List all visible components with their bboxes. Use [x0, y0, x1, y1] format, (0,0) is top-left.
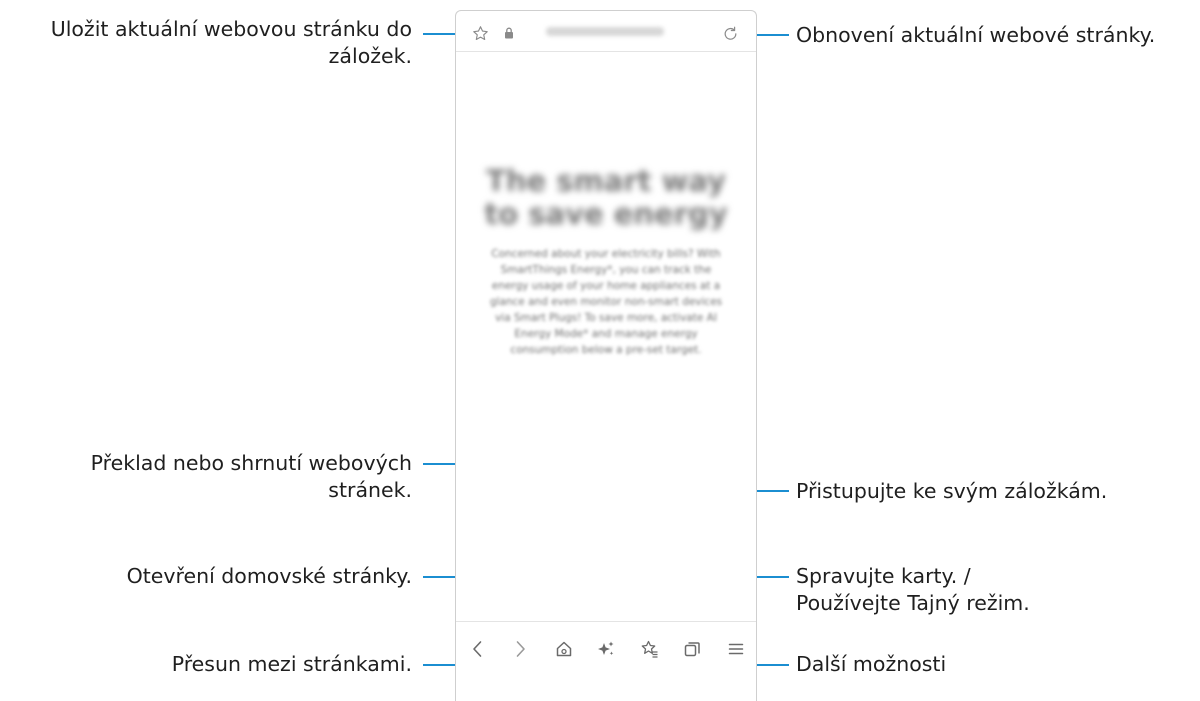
back-icon[interactable]	[468, 639, 488, 659]
bottom-toolbar	[456, 621, 756, 666]
page-body-text: Concerned about your electricity bills? …	[489, 248, 723, 356]
home-icon[interactable]	[554, 639, 574, 659]
callout-translate: Překlad nebo shrnutí webových stránek.	[90, 451, 412, 502]
lock-icon	[505, 27, 513, 39]
callout-bookmarks: Přistupujte ke svým záložkám.	[796, 479, 1108, 503]
callout-refresh: Obnovení aktuální webové stránky.	[796, 23, 1156, 47]
web-content: The smart way to save energy Concerned a…	[456, 51, 756, 611]
menu-icon[interactable]	[726, 639, 746, 659]
bookmarks-icon[interactable]	[640, 639, 660, 659]
callout-home: Otevření domovské stránky.	[126, 564, 412, 588]
callout-bookmark: Uložit aktuální webovou stránku do zálož…	[50, 17, 412, 68]
address-bar	[456, 11, 756, 52]
tabs-icon[interactable]	[682, 639, 702, 659]
star-icon[interactable]	[472, 25, 489, 42]
callout-navigate: Přesun mezi stránkami.	[171, 652, 412, 676]
page-headline: The smart way to save energy	[484, 164, 728, 231]
forward-icon[interactable]	[510, 639, 530, 659]
refresh-icon[interactable]	[722, 25, 739, 42]
sparkle-icon[interactable]	[596, 639, 616, 659]
callout-more: Další možnosti	[796, 652, 947, 676]
browser-window: The smart way to save energy Concerned a…	[455, 10, 757, 701]
callout-tabs: Spravujte karty. / Používejte Tajný reži…	[796, 564, 1030, 615]
url-text[interactable]	[546, 27, 664, 36]
